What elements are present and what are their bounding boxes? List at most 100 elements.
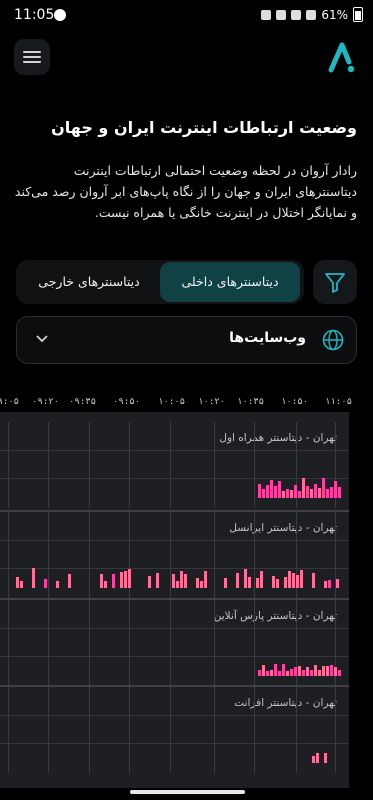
- arvan-logo-icon: [328, 42, 355, 73]
- status-chart: تهران - دیتاسنتر همراه اول تهران - دیتاس…: [0, 412, 349, 788]
- disruption-bar: [236, 573, 239, 588]
- disruption-bar: [292, 573, 295, 588]
- grid-line: [0, 743, 349, 744]
- grid-line: [8, 512, 9, 598]
- chart-panel: تهران - دیتاسنتر افرانت: [0, 687, 349, 773]
- grid-line: [48, 422, 49, 508]
- time-tick: ۱۰:۰۵: [158, 397, 186, 407]
- grid-line: [170, 600, 171, 686]
- time-tick: ۰۹:۲۰: [32, 397, 60, 407]
- disruption-bar: [256, 578, 259, 588]
- tab-foreign[interactable]: دیتاسنترهای خارجی: [20, 260, 158, 304]
- filter-button[interactable]: [313, 260, 357, 304]
- disruption-bar: [200, 581, 203, 588]
- menu-button[interactable]: [14, 39, 50, 75]
- datacenter-segment: دیتاسنترهای داخلی دیتاسنترهای خارجی: [16, 260, 304, 304]
- grid-line: [129, 687, 130, 773]
- select-value: وب‌سایت‌ها: [229, 330, 306, 346]
- disruption-bar: [282, 664, 285, 676]
- grid-line: [8, 687, 9, 773]
- disruption-bar: [258, 484, 261, 498]
- disruption-bar: [294, 485, 297, 498]
- grid-line: [214, 687, 215, 773]
- disruption-bar: [322, 478, 325, 498]
- disruption-bar: [312, 573, 315, 588]
- disruption-bar: [266, 485, 269, 498]
- panel-title: تهران - دیتاسنتر افرانت: [234, 697, 337, 709]
- disruption-bar: [290, 490, 293, 498]
- time-tick: ۰۹:۳۵: [69, 397, 97, 407]
- disruption-bar: [16, 577, 19, 588]
- panel-title: تهران - دیتاسنتر همراه اول: [219, 432, 337, 444]
- tab-domestic[interactable]: دیتاسنترهای داخلی: [160, 262, 300, 302]
- disruption-bar: [32, 568, 35, 588]
- disruption-bar: [314, 665, 317, 676]
- disruption-bar: [224, 578, 227, 588]
- disruption-bar: [326, 666, 329, 676]
- chart-panel: تهران - دیتاسنتر همراه اول: [0, 422, 349, 508]
- service-select[interactable]: وب‌سایت‌ها: [16, 316, 357, 364]
- disruption-bar: [334, 667, 337, 676]
- status-bar: 11:05 61%: [0, 0, 373, 30]
- time-tick: ۰۹:۵۰: [113, 397, 141, 407]
- disruption-bar: [294, 667, 297, 676]
- disruption-bar: [148, 576, 151, 588]
- disruption-bar: [298, 666, 301, 676]
- time-tick: ۱۰:۲۰: [198, 397, 226, 407]
- disruption-bar: [176, 581, 179, 588]
- disruption-bar: [326, 489, 329, 498]
- filter-icon: [325, 273, 345, 293]
- grid-line: [254, 687, 255, 773]
- menu-icon-line: [23, 56, 41, 58]
- disruption-bar: [100, 574, 103, 588]
- panel-title: تهران - دیتاسنتر پارس آنلاین: [213, 610, 337, 622]
- time-tick: ۰۹:۰۵: [0, 397, 20, 407]
- grid-line: [89, 422, 90, 508]
- disruption-bar: [296, 575, 299, 588]
- disruption-bar: [306, 486, 309, 498]
- panel-title: تهران - دیتاسنتر ایرانسل: [229, 522, 337, 534]
- disruption-bar: [322, 666, 325, 676]
- grid-line: [48, 600, 49, 686]
- disruption-bar: [316, 753, 319, 763]
- disruption-bar: [248, 577, 251, 588]
- grid-line: [254, 422, 255, 508]
- disruption-bar: [184, 574, 187, 588]
- disruption-bar: [312, 756, 315, 763]
- grid-line: [214, 512, 215, 598]
- grid-line: [335, 687, 336, 773]
- grid-line: [48, 512, 49, 598]
- grid-line: [0, 628, 349, 629]
- grid-line: [8, 600, 9, 686]
- disruption-bar: [204, 571, 207, 588]
- chevron-down-icon: [36, 335, 48, 343]
- disruption-bar: [284, 577, 287, 588]
- grid-line: [296, 687, 297, 773]
- grid-line: [0, 478, 349, 479]
- alarm-icon: [261, 9, 272, 20]
- disruption-bar: [336, 579, 339, 588]
- disruption-bar: [338, 670, 341, 676]
- disruption-bar: [330, 665, 333, 676]
- disruption-bar: [330, 487, 333, 498]
- disruption-bar: [328, 580, 331, 588]
- home-indicator: [130, 790, 245, 794]
- disruption-bar: [286, 489, 289, 498]
- page-description: رادار آروان در لحظه وضعیت احتمالی ارتباط…: [14, 163, 357, 220]
- disruption-bar: [324, 581, 327, 588]
- grid-line: [0, 568, 349, 569]
- time-tick: ۱۰:۵۰: [281, 397, 309, 407]
- grid-line: [129, 600, 130, 686]
- disruption-bar: [258, 670, 261, 676]
- disruption-bar: [272, 576, 275, 588]
- globe-icon: [322, 329, 344, 351]
- disruption-bar: [270, 480, 273, 498]
- disruption-bar: [338, 487, 341, 498]
- disruption-bar: [172, 574, 175, 588]
- page-title: وضعیت ارتباطات اینترنت ایران و جهان: [51, 118, 357, 137]
- grid-line: [48, 687, 49, 773]
- disruption-bar: [262, 489, 265, 498]
- chart-panel: تهران - دیتاسنتر ایرانسل: [0, 512, 349, 598]
- signal-icon: [291, 9, 302, 20]
- disruption-bar: [112, 574, 115, 588]
